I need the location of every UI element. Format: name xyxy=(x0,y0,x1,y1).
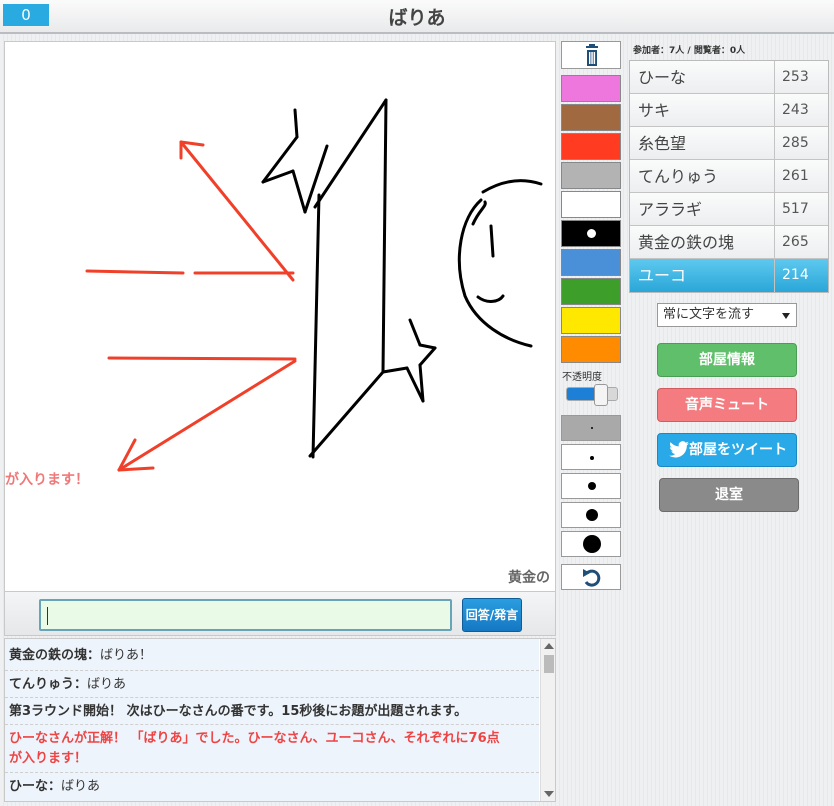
scrolling-comment: が入ります！ xyxy=(5,472,89,488)
room-info-button[interactable]: 部屋情報 xyxy=(657,343,797,377)
answer-bar: 回答/発言 xyxy=(4,592,556,636)
player-score: 253 xyxy=(774,61,830,94)
color-swatch-green[interactable] xyxy=(561,278,621,305)
chat-correct-answer-message: ひーなさんが正解！ 「ばりあ」でした。ひーなさん、ユーコさん、それぞれに76点 … xyxy=(5,725,539,773)
opacity-slider[interactable] xyxy=(566,384,618,406)
player-row: 黄金の鉄の塊 265 xyxy=(630,226,828,259)
player-score: 265 xyxy=(774,226,830,259)
scrollbar-thumb[interactable] xyxy=(544,655,554,673)
player-name: サキ xyxy=(638,101,671,120)
color-swatch-blue[interactable] xyxy=(561,249,621,276)
player-scoreboard: ひーな 253 サキ 243 糸色望 285 てんりゅう 261 アララギ 51… xyxy=(629,60,829,293)
color-swatch-black[interactable] xyxy=(561,220,621,247)
player-score: 243 xyxy=(774,94,830,127)
player-name: 糸色望 xyxy=(638,134,687,153)
player-row: ひーな 253 xyxy=(630,61,828,94)
chat-system-message: 第3ラウンド開始！ 次はひーなさんの番です。15秒後にお題が出題されます。 xyxy=(5,698,539,725)
brush-size-3[interactable] xyxy=(561,473,621,499)
room-stats: 参加者：7人 / 閲覧者：0人 xyxy=(633,46,746,56)
selected-indicator xyxy=(587,229,596,238)
chat-message: てんりゅう：ばりあ xyxy=(5,671,539,698)
chat-message: ひーな：ばりあ xyxy=(5,773,539,801)
color-swatch-brown[interactable] xyxy=(561,104,621,131)
drawing-canvas[interactable]: が入ります！ 黄金の xyxy=(4,41,556,592)
opacity-slider-track xyxy=(566,387,618,401)
undo-button[interactable] xyxy=(561,564,621,590)
chat-log[interactable]: 黄金の鉄の塊：ばりあ！ てんりゅう：ばりあ 第3ラウンド開始！ 次はひーなさんの… xyxy=(4,638,556,802)
opacity-label: 不透明度 xyxy=(562,372,602,383)
leave-room-button[interactable]: 退室 xyxy=(659,478,799,512)
red-arrow-strokes xyxy=(85,140,297,472)
player-score: 261 xyxy=(774,160,830,193)
text-caret xyxy=(47,607,48,625)
opacity-slider-thumb[interactable] xyxy=(594,384,608,406)
player-row: サキ 243 xyxy=(630,94,828,127)
scrolling-comment: 黄金の xyxy=(508,570,550,586)
color-swatch-white[interactable] xyxy=(561,191,621,218)
color-swatch-pink[interactable] xyxy=(561,75,621,102)
trash-icon xyxy=(586,44,598,66)
clear-canvas-button[interactable] xyxy=(561,41,621,69)
player-row: てんりゅう 261 xyxy=(630,160,828,193)
twitter-bird-icon xyxy=(669,441,689,458)
chat-scrollbar[interactable] xyxy=(540,639,555,801)
drawing-strokes xyxy=(85,98,543,472)
mute-audio-button[interactable]: 音声ミュート xyxy=(657,388,797,422)
brush-size-5[interactable] xyxy=(561,531,621,557)
player-name: 黄金の鉄の塊 xyxy=(638,233,735,252)
color-swatch-red[interactable] xyxy=(561,133,621,160)
color-swatch-gray[interactable] xyxy=(561,162,621,189)
text-mode-select[interactable]: 常に文字を流す xyxy=(657,303,797,327)
player-name: ひーな xyxy=(638,68,687,87)
player-name: アララギ xyxy=(638,200,703,219)
brush-size-4[interactable] xyxy=(561,502,621,528)
color-swatch-orange[interactable] xyxy=(561,336,621,363)
black-barrier-strokes xyxy=(261,98,543,459)
player-row-current-drawer: ユーコ 214 xyxy=(630,259,828,292)
scroll-up-arrow-icon[interactable] xyxy=(544,643,554,649)
player-score: 214 xyxy=(774,259,830,292)
answer-input[interactable] xyxy=(39,599,452,631)
player-name: ユーコ xyxy=(638,266,687,285)
player-row: アララギ 517 xyxy=(630,193,828,226)
scroll-down-arrow-icon[interactable] xyxy=(544,791,554,797)
brush-size-1[interactable] xyxy=(561,415,621,441)
top-bar: 0 ばりあ xyxy=(0,0,834,34)
player-row: 糸色望 285 xyxy=(630,127,828,160)
player-score: 285 xyxy=(774,127,830,160)
answer-submit-button[interactable]: 回答/発言 xyxy=(462,598,522,632)
color-swatch-yellow[interactable] xyxy=(561,307,621,334)
player-name: てんりゅう xyxy=(638,167,719,186)
chat-message: 黄金の鉄の塊：ばりあ！ xyxy=(5,639,539,671)
undo-icon xyxy=(583,569,601,587)
brush-size-2[interactable] xyxy=(561,444,621,470)
chevron-down-icon xyxy=(782,313,790,319)
player-score: 517 xyxy=(774,193,830,226)
page-title: ばりあ xyxy=(388,7,446,29)
tweet-room-button[interactable]: 部屋をツイート xyxy=(657,433,797,467)
